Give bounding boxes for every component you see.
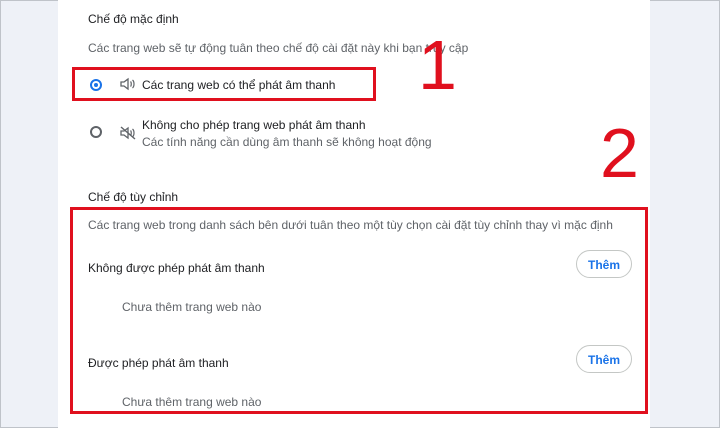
speaker-muted-icon — [120, 126, 136, 140]
custom-mode-heading: Chế độ tùy chỉnh — [88, 190, 179, 204]
option-label: Không cho phép trang web phát âm thanh — [142, 118, 366, 132]
radio-button-unselected[interactable] — [90, 126, 102, 138]
option-sublabel: Các tính năng cần dùng âm thanh sẽ không… — [142, 135, 432, 149]
default-mode-description: Các trang web sẽ tự động tuân theo chế đ… — [88, 41, 469, 55]
annotation-number-1: 1 — [418, 26, 457, 104]
annotation-box-1 — [72, 67, 376, 101]
annotation-box-2 — [70, 207, 648, 414]
annotation-number-2: 2 — [600, 114, 639, 192]
default-mode-heading: Chế độ mặc định — [88, 12, 179, 26]
